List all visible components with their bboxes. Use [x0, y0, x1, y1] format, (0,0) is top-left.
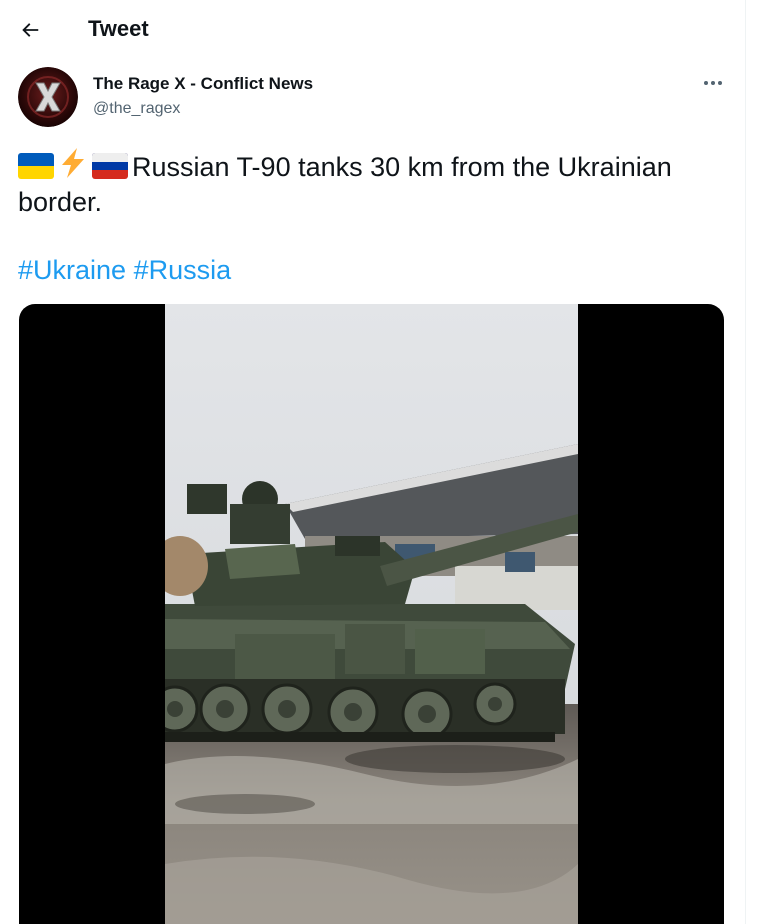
author-name[interactable]: The Rage X - Conflict News	[93, 73, 313, 94]
tweet-page: Tweet The Rage X - Conflict News @the_ra…	[0, 0, 762, 924]
video-thumbnail	[165, 304, 578, 924]
hashtag-ukraine[interactable]: #Ukraine	[18, 255, 126, 285]
more-options-button[interactable]	[697, 72, 729, 94]
arrow-left-icon	[22, 23, 39, 37]
page-header: Tweet	[0, 0, 745, 58]
video-frame	[165, 304, 578, 924]
lightning-icon	[62, 148, 84, 178]
avatar-image	[18, 67, 78, 127]
back-button[interactable]	[12, 12, 48, 48]
avatar[interactable]	[18, 67, 78, 127]
ukraine-flag-icon	[18, 153, 54, 179]
page-title: Tweet	[88, 16, 149, 41]
tweet-video[interactable]	[19, 304, 724, 924]
author-handle[interactable]: @the_ragex	[93, 99, 180, 119]
hashtag-russia[interactable]: #Russia	[134, 255, 232, 285]
hashtags: #Ukraine #Russia	[18, 253, 231, 288]
tweet-text: Russian T-90 tanks 30 km from the Ukrain…	[18, 147, 733, 220]
more-icon	[704, 81, 722, 85]
column-divider	[745, 0, 746, 924]
russia-flag-icon	[92, 153, 128, 179]
